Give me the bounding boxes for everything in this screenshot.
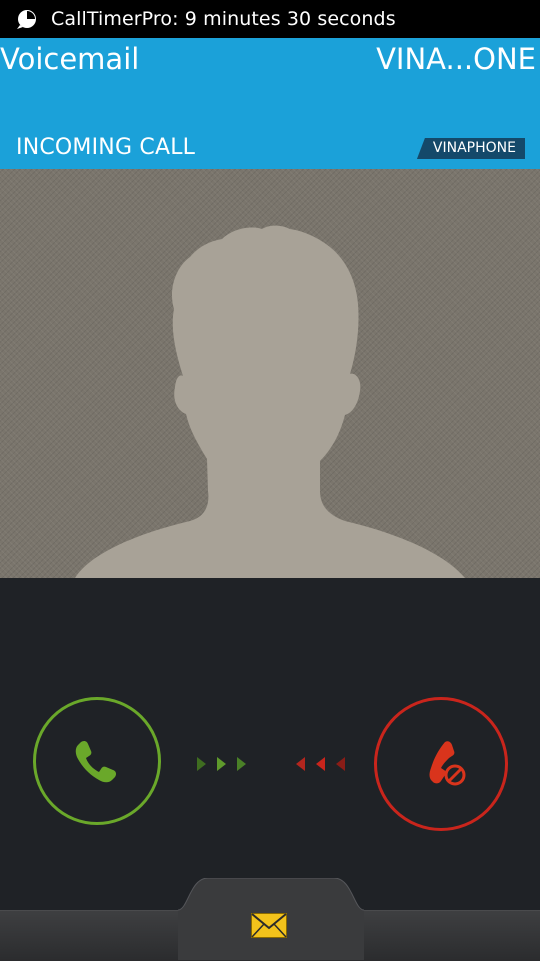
status-notification-text: CallTimerPro: 9 minutes 30 seconds: [51, 8, 396, 30]
status-bar: CallTimerPro: 9 minutes 30 seconds: [0, 0, 540, 38]
caller-number: VINA...ONE: [376, 42, 536, 76]
call-controls: [0, 578, 540, 878]
carrier-badge: VINAPHONE: [416, 138, 525, 159]
bottom-tray: [0, 878, 540, 961]
envelope-icon[interactable]: [251, 913, 287, 938]
calltimer-icon: [17, 10, 36, 29]
phone-answer-icon: [75, 740, 117, 783]
incoming-call-text: INCOMING CALL: [16, 135, 196, 160]
decline-call-button[interactable]: [374, 697, 508, 831]
phone-decline-icon: [429, 741, 466, 786]
caller-label: Voicemail: [0, 42, 140, 76]
decline-swipe-arrows: [294, 755, 348, 773]
answer-swipe-arrows: [196, 755, 250, 773]
contact-photo: [0, 169, 540, 578]
call-header: Voicemail VINA...ONE INCOMING CALL VINAP…: [0, 38, 540, 169]
default-person-silhouette-icon: [75, 225, 465, 578]
answer-call-button[interactable]: [33, 697, 161, 825]
